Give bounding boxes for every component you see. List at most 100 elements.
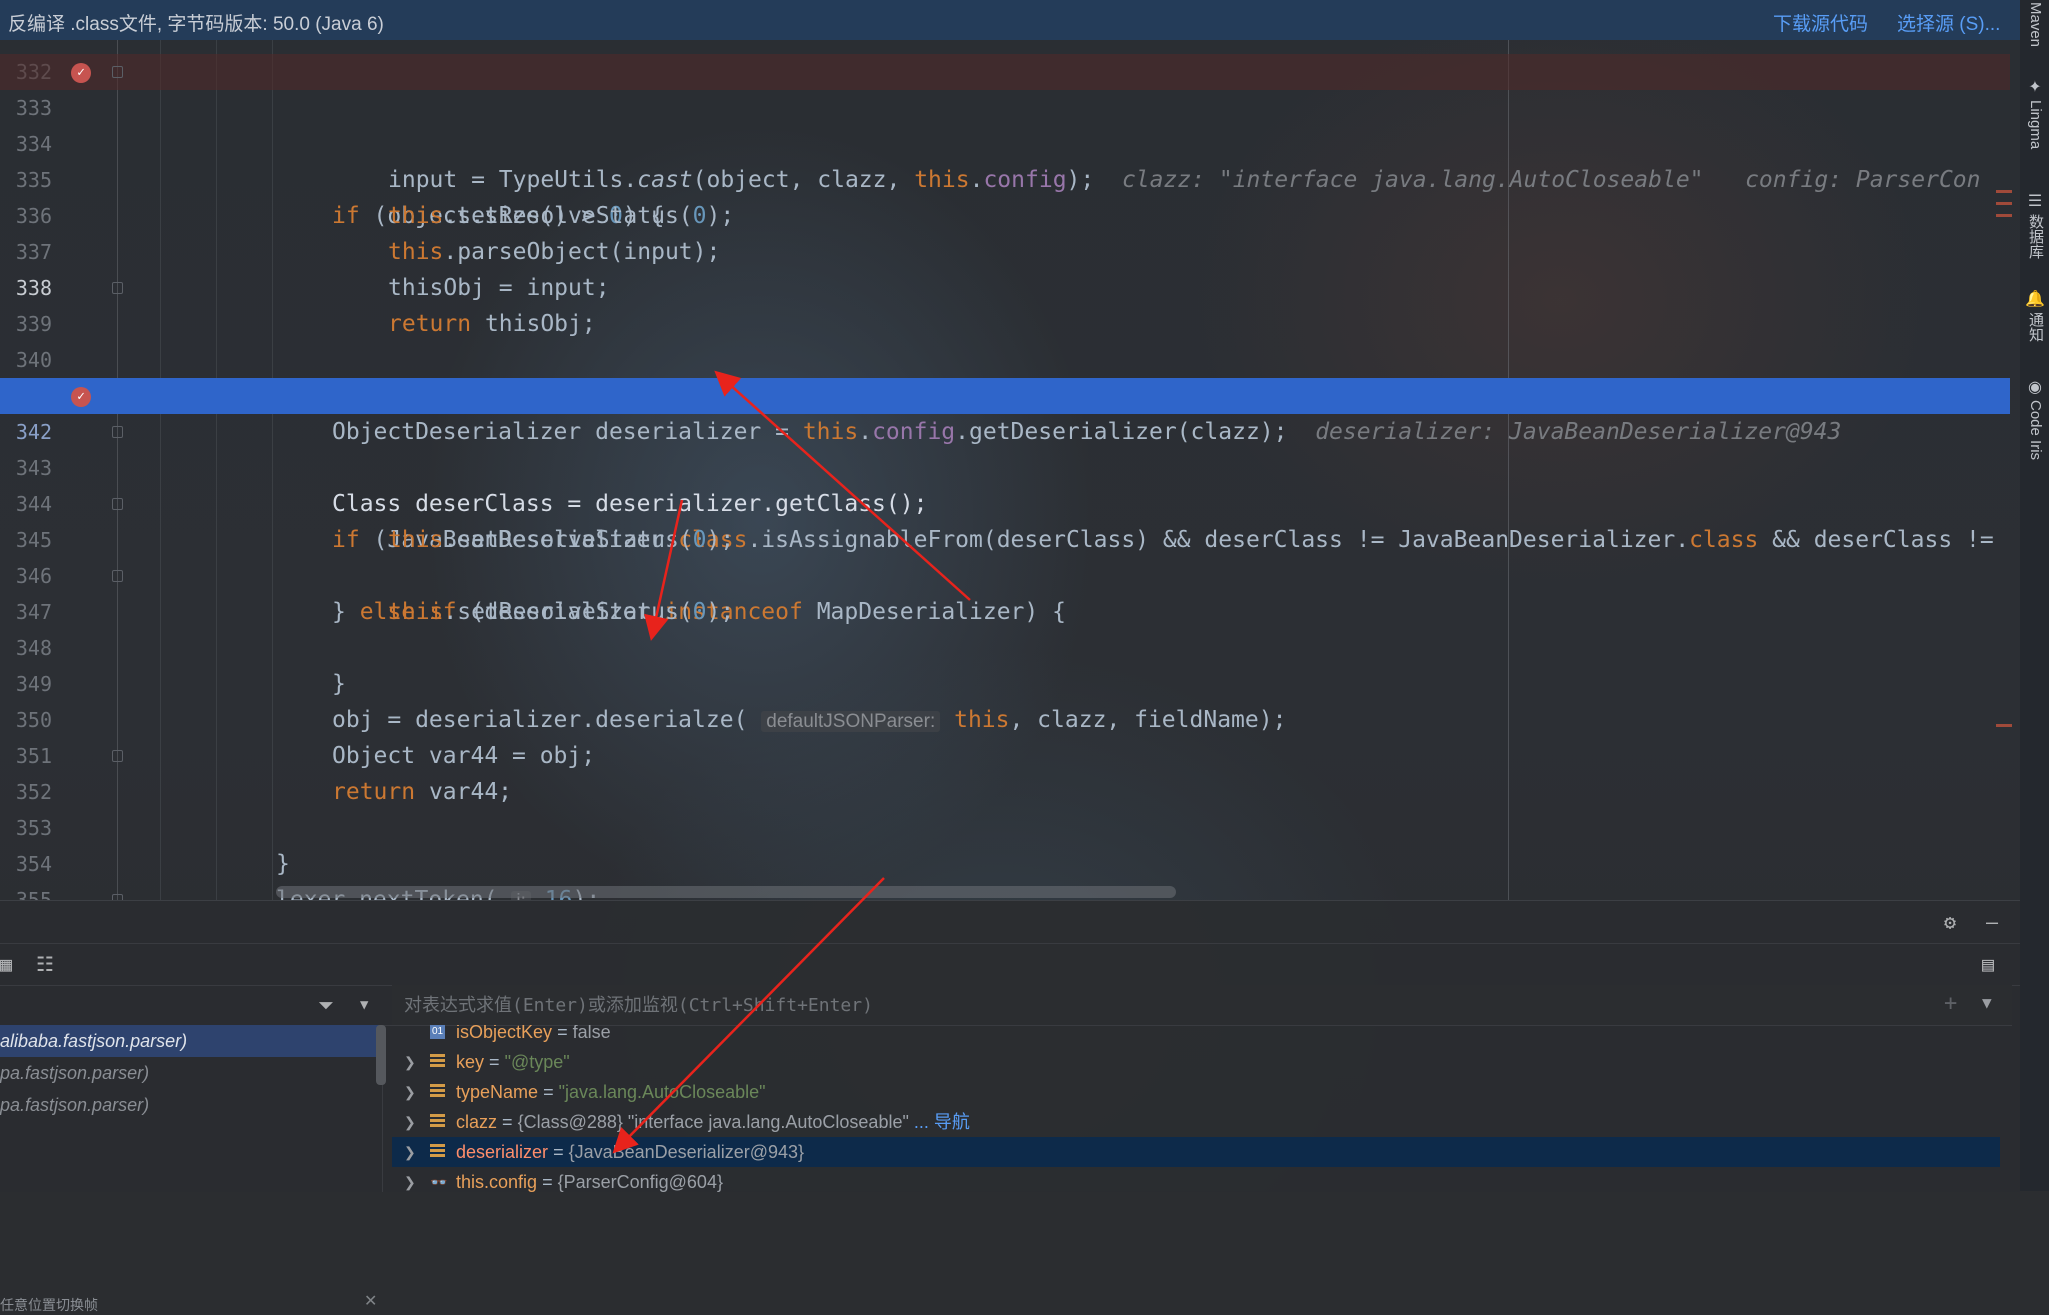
code-line-349: 349 obj = deserializer.deserialze( defau… (0, 630, 2010, 733)
debug-panel: ⚙ — ▦ ☷ ▤ ⏷ ▼ alibaba.fastjson.parser) p… (0, 900, 2020, 1313)
fold-marker-icon[interactable] (112, 282, 123, 294)
minimize-icon[interactable]: — (1986, 901, 1998, 943)
lingma-icon: ✦ (2028, 79, 2042, 96)
error-stripe-mark[interactable] (1996, 190, 2012, 193)
code-line-345: 345 } else if (deserializer instanceof M… (0, 486, 2010, 625)
lingma-tool-button[interactable]: ✦ Lingma (2022, 76, 2048, 153)
error-stripe-mark[interactable] (1996, 724, 2012, 727)
variables-tree: 01 isObjectKey = false ❯ key = "@type" ❯… (392, 1025, 2012, 1192)
frames-list: alibaba.fastjson.parser) pa.fastjson.par… (0, 1025, 383, 1313)
right-tool-strip: Maven ✦ Lingma ☰ 数据库 🔔 通知 ◉ Code Iris (2020, 0, 2049, 1191)
expand-chevron-icon[interactable]: ❯ (404, 1107, 416, 1137)
code-line-334: 334 input = TypeUtils.cast(object, clazz… (0, 90, 2010, 193)
code-line-339: 339 } (0, 270, 2010, 409)
add-watch-icon[interactable]: + (1944, 991, 1957, 1016)
variable-text: this.config = {ParserConfig@604} (456, 1172, 723, 1192)
expand-chevron-icon[interactable]: ❯ (404, 1137, 416, 1167)
database-label: 数据库 (2027, 214, 2044, 259)
frame-item[interactable]: pa.fastjson.parser) (0, 1089, 380, 1121)
variable-row[interactable]: 01 isObjectKey = false (392, 1025, 2000, 1047)
fold-marker-icon[interactable] (112, 426, 123, 438)
field-icon (430, 1114, 445, 1129)
code-line-354: 354 lexer.nextToken( i: 16); (0, 810, 2010, 900)
frame-item[interactable]: pa.fastjson.parser) (0, 1057, 380, 1089)
code-line-336: 336 this.parseObject(input); (0, 162, 2010, 265)
variable-text: typeName = "java.lang.AutoCloseable" (456, 1082, 766, 1102)
code-line-348: 348 (0, 594, 2010, 660)
maven-label: Maven (2027, 2, 2044, 48)
banner-message: 反编译 .class文件, 字节码版本: 50.0 (Java 6) (8, 14, 384, 35)
field-icon (430, 1144, 445, 1159)
code-line-353: 353 (0, 774, 2010, 840)
boolean-field-icon: 01 (430, 1025, 445, 1039)
code-line-338: 338 return thisObj; (0, 234, 2010, 337)
notification-bell-icon: 🔔 (2025, 291, 2045, 308)
expand-chevron-icon[interactable]: ❯ (404, 1167, 416, 1192)
filter-icon[interactable]: ⏷ (318, 984, 334, 1026)
field-icon (430, 1084, 445, 1099)
maven-tool-button[interactable]: Maven (2022, 2, 2048, 51)
code-iris-label: Code Iris (2027, 400, 2044, 461)
fold-marker-icon[interactable] (112, 498, 123, 510)
code-line-340: 340 (0, 306, 2010, 372)
code-line-344: 344 this.setResolveStatus(0); (0, 450, 2010, 553)
code-iris-icon: ◉ (2028, 379, 2042, 396)
fold-marker-icon[interactable] (112, 570, 123, 582)
code-line-332: 332 (0, 40, 2010, 84)
settings-gear-icon[interactable]: ⚙ (1944, 901, 1956, 943)
variable-row[interactable]: ❯ typeName = "java.lang.AutoCloseable" (392, 1077, 2000, 1107)
error-stripe-mark[interactable] (1996, 214, 2012, 217)
fold-marker-icon[interactable] (112, 66, 123, 78)
variable-text: isObjectKey = false (456, 1025, 611, 1042)
expand-chevron-icon[interactable]: ❯ (404, 1047, 416, 1077)
database-tool-button[interactable]: ☰ 数据库 (2022, 190, 2048, 263)
close-icon[interactable]: ✕ (364, 1291, 377, 1311)
frames-view-icon[interactable]: ▦ (0, 943, 12, 985)
error-stripe-mark[interactable] (1996, 202, 2012, 205)
breakpoint-icon[interactable]: ✓ (71, 387, 91, 407)
horizontal-scrollbar[interactable] (276, 886, 1176, 898)
variable-row[interactable]: ❯ key = "@type" (392, 1047, 2000, 1077)
debug-panel-header: ⚙ — (0, 901, 2020, 944)
code-line-337: 337 thisObj = input; (0, 198, 2010, 301)
variable-text: clazz = {Class@288} "interface java.lang… (456, 1112, 970, 1132)
chevron-down-icon[interactable]: ▼ (1982, 993, 1992, 1012)
code-line-346: 346 this.setResolveStatus(0); (0, 522, 2010, 625)
database-icon: ☰ (2027, 193, 2043, 210)
code-line-352: 352 } (0, 738, 2010, 877)
layout-options-icon[interactable]: ▤ (1982, 943, 1994, 985)
evaluate-expression-input[interactable] (392, 985, 1946, 1025)
decompiled-banner: 反编译 .class文件, 字节码版本: 50.0 (Java 6) 下载源代码… (0, 0, 2020, 40)
code-line-355: 355 (0, 846, 2010, 900)
variable-text: key = "@type" (456, 1052, 570, 1072)
expand-chevron-icon[interactable]: ❯ (404, 1077, 416, 1107)
frames-header: ⏷ ▼ (0, 985, 392, 1026)
variable-row[interactable]: ❯ 👓 this.config = {ParserConfig@604} (392, 1167, 2000, 1192)
notifications-label: 通知 (2027, 312, 2044, 342)
code-line-343: 343 if (JavaBeanDeserializer.class.isAss… (0, 414, 2010, 553)
variable-text: deserializer = {JavaBeanDeserializer@943… (456, 1142, 805, 1162)
download-source-link[interactable]: 下载源代码 (1773, 9, 1868, 36)
frame-item[interactable]: alibaba.fastjson.parser) (0, 1025, 380, 1057)
variable-row[interactable]: ❯ clazz = {Class@288} "interface java.la… (392, 1107, 2000, 1137)
threads-view-icon[interactable]: ☷ (36, 943, 54, 985)
code-line-342-current: 342 ✓ Class deserClass = deserializer.ge… (0, 378, 2010, 517)
lingma-label: Lingma (2027, 100, 2044, 150)
watch-glasses-icon: 👓 (430, 1174, 448, 1190)
evaluate-expression-bar: + ▼ (392, 985, 2012, 1026)
code-iris-tool-button[interactable]: ◉ Code Iris (2022, 376, 2048, 464)
fold-marker-icon[interactable] (112, 750, 123, 762)
code-editor[interactable]: 332 333 ✓ if (object.size() > 0) { 334 i… (0, 40, 2020, 900)
field-icon (430, 1054, 445, 1069)
variable-row-selected[interactable]: ❯ deserializer = {JavaBeanDeserializer@9… (392, 1137, 2000, 1167)
code-line-351: 351 return var44; (0, 702, 2010, 805)
breakpoint-icon[interactable]: ✓ (71, 63, 91, 83)
frames-hint-text: 任意位置切换帧 (0, 1297, 98, 1313)
frames-scrollbar[interactable] (376, 1025, 386, 1085)
code-line-347: 347 } (0, 558, 2010, 697)
chevron-down-icon[interactable]: ▼ (360, 984, 368, 1026)
navigate-link[interactable]: ... 导航 (914, 1112, 970, 1132)
notifications-tool-button[interactable]: 🔔 通知 (2022, 288, 2048, 346)
code-line-341: 341 ObjectDeserializer deserializer = th… (0, 342, 2010, 445)
choose-source-link[interactable]: 选择源 (S)... (1897, 9, 2000, 36)
